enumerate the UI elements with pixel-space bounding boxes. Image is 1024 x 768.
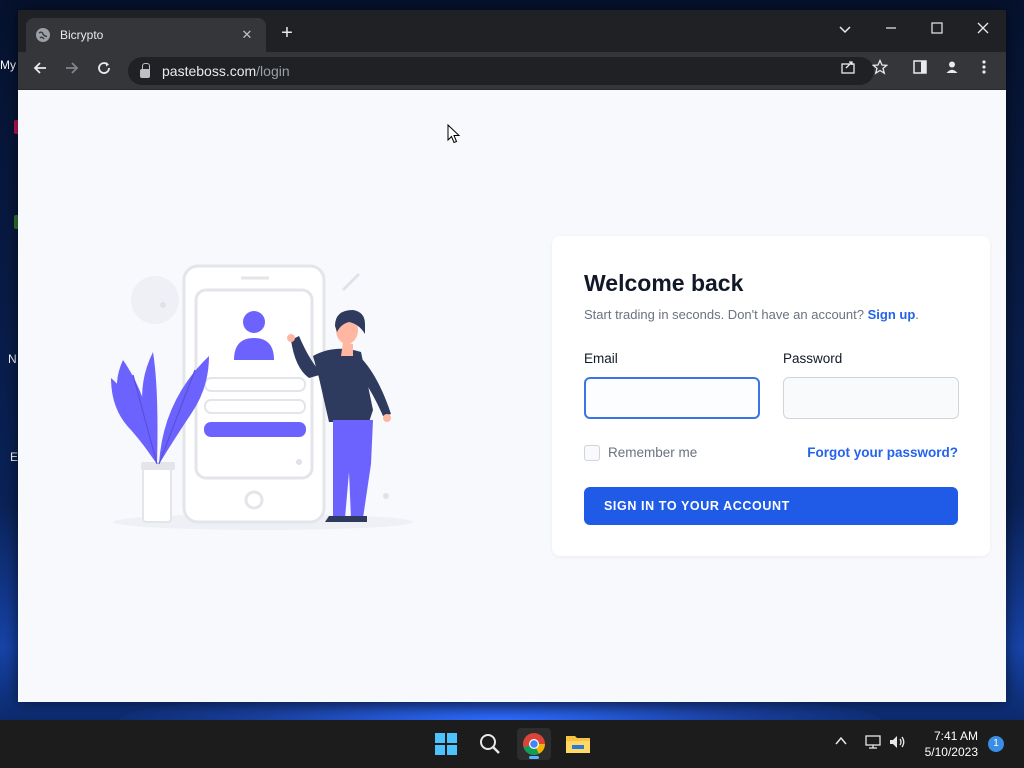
- lock-icon[interactable]: [140, 62, 150, 78]
- remember-me-label[interactable]: Remember me: [608, 445, 697, 460]
- maximize-icon[interactable]: [924, 16, 950, 42]
- profile-icon[interactable]: [940, 59, 964, 83]
- new-tab-button[interactable]: +: [276, 23, 298, 45]
- menu-kebab-icon[interactable]: [972, 59, 996, 83]
- active-app-indicator: [529, 756, 539, 759]
- globe-icon: [36, 28, 50, 42]
- forgot-password-link[interactable]: Forgot your password?: [807, 445, 958, 460]
- login-subtitle: Start trading in seconds. Don't have an …: [584, 307, 919, 322]
- notification-badge[interactable]: 1: [988, 736, 1004, 752]
- email-label: Email: [584, 351, 618, 366]
- bookmark-star-icon[interactable]: [868, 58, 892, 83]
- side-panel-icon[interactable]: [908, 59, 932, 83]
- taskbar-clock[interactable]: 7:41 AM 5/10/2023: [918, 728, 978, 760]
- chevron-up-icon[interactable]: [834, 734, 848, 751]
- tab-search-icon[interactable]: [832, 16, 858, 42]
- share-icon[interactable]: [836, 59, 860, 83]
- reload-icon[interactable]: [92, 59, 116, 83]
- clock-date: 5/10/2023: [924, 745, 978, 759]
- url-path: /login: [256, 63, 290, 79]
- clock-time: 7:41 AM: [933, 729, 978, 743]
- start-button[interactable]: [429, 728, 463, 760]
- browser-toolbar: pasteboss.com/login: [18, 52, 1006, 90]
- desktop-icon-label[interactable]: My: [0, 58, 18, 72]
- browser-tab[interactable]: Bicrypto ✕: [26, 18, 266, 52]
- subtitle-period: .: [915, 307, 919, 322]
- password-field[interactable]: [783, 377, 959, 419]
- url-host: pasteboss.com: [162, 63, 257, 79]
- tab-strip: Bicrypto ✕ +: [18, 10, 1006, 52]
- login-heading: Welcome back: [584, 270, 744, 296]
- login-card: Welcome back Start trading in seconds. D…: [552, 236, 990, 556]
- close-window-icon[interactable]: [970, 16, 996, 42]
- remember-me-checkbox[interactable]: [584, 445, 600, 461]
- login-illustration: [103, 260, 423, 530]
- minimize-icon[interactable]: [878, 16, 904, 42]
- sign-in-button[interactable]: SIGN IN TO YOUR ACCOUNT: [584, 487, 958, 525]
- taskbar: 7:41 AM 5/10/2023 1: [0, 720, 1024, 768]
- email-field[interactable]: [584, 377, 760, 419]
- forward-arrow-icon[interactable]: [60, 59, 84, 83]
- network-icon[interactable]: [864, 734, 882, 753]
- login-page: Welcome back Start trading in seconds. D…: [18, 90, 1006, 702]
- tab-close-icon[interactable]: ✕: [238, 27, 256, 43]
- search-icon[interactable]: [473, 728, 507, 760]
- tab-title: Bicrypto: [60, 28, 104, 42]
- back-arrow-icon[interactable]: [28, 59, 52, 83]
- subtitle-text: Start trading in seconds. Don't have an …: [584, 307, 864, 322]
- chrome-taskbar-icon[interactable]: [517, 728, 551, 760]
- mouse-cursor-icon: [447, 123, 461, 149]
- browser-window: Bicrypto ✕ + pasteboss.com/login Welcome…: [18, 10, 1006, 702]
- volume-icon[interactable]: [888, 734, 906, 753]
- password-label: Password: [783, 351, 843, 366]
- address-bar[interactable]: pasteboss.com/login: [128, 57, 874, 85]
- signup-link[interactable]: Sign up: [868, 307, 916, 322]
- file-explorer-icon[interactable]: [561, 728, 595, 760]
